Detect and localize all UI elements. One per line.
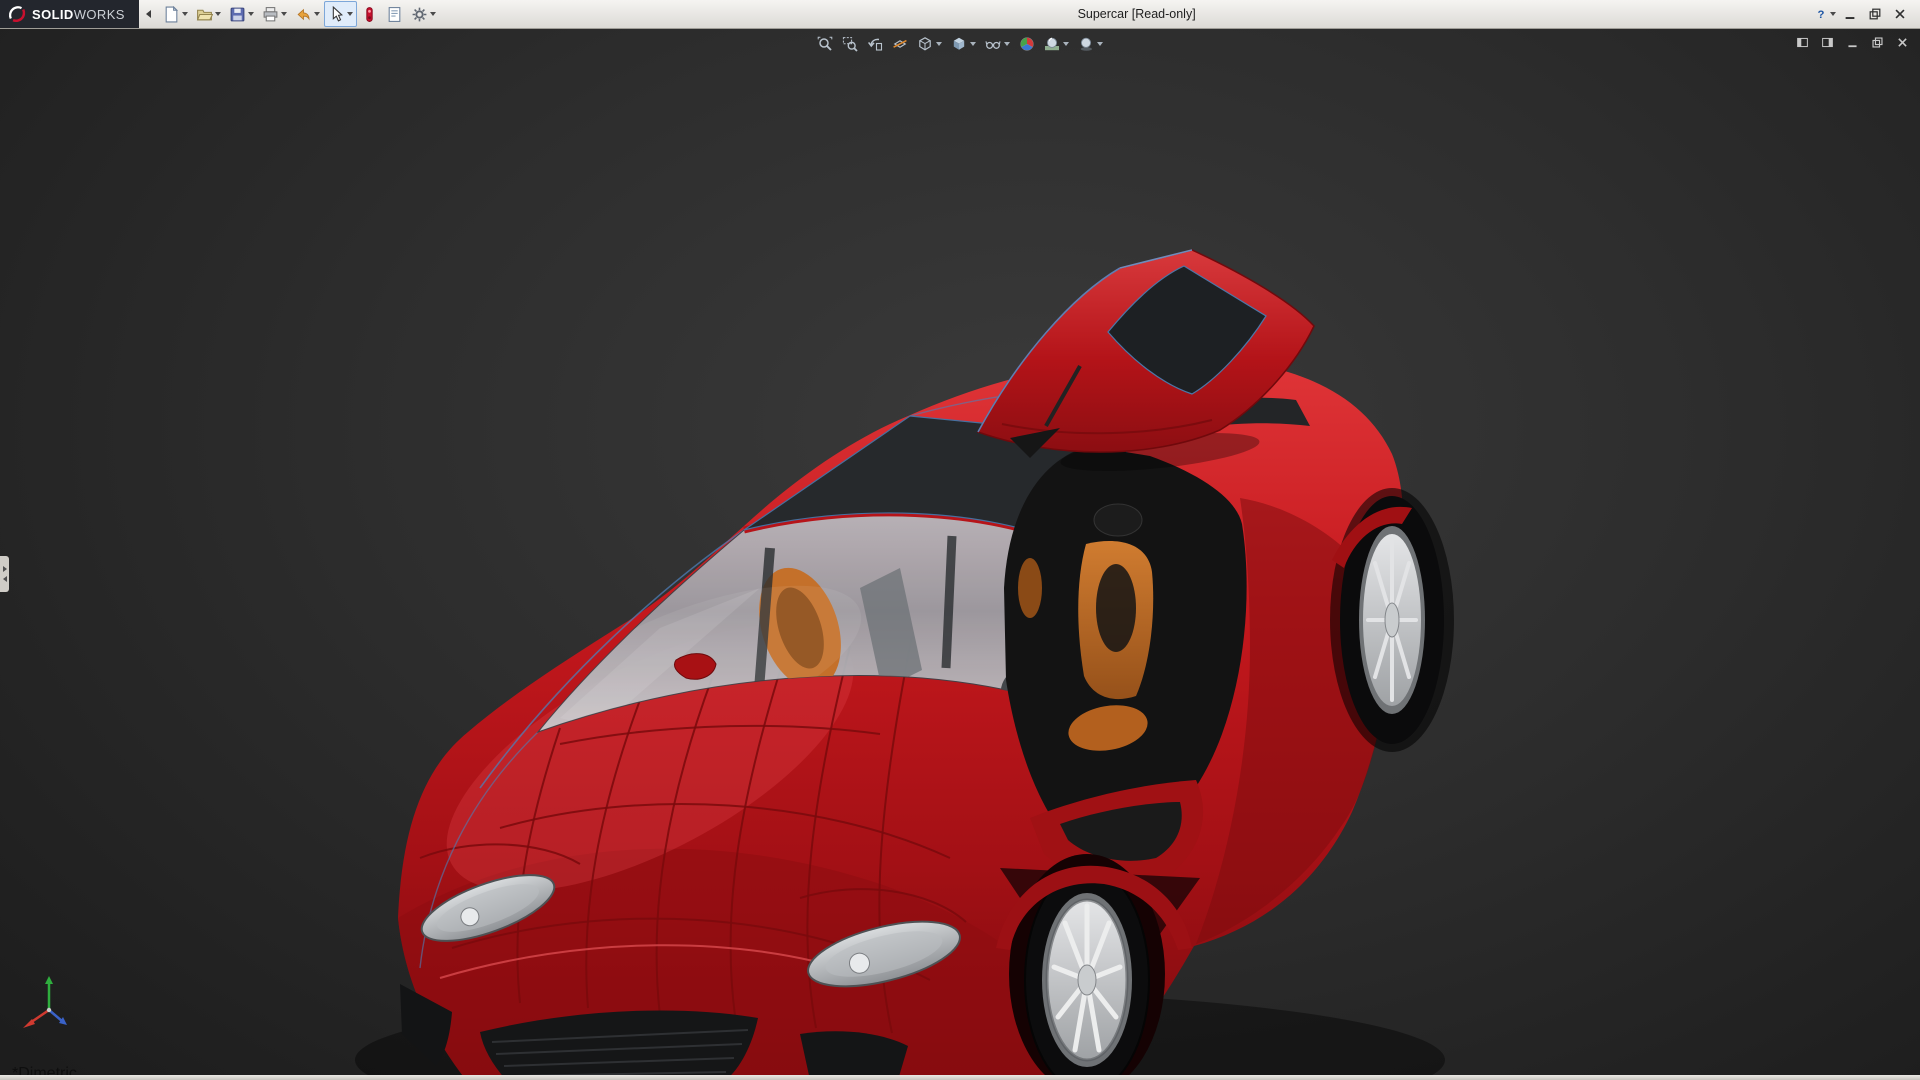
file-properties-button[interactable]	[382, 1, 407, 27]
minimize-window-button[interactable]	[1837, 4, 1862, 25]
undo-icon	[295, 6, 312, 23]
brand-text: SOLIDWORKS	[32, 7, 125, 22]
window-controls	[1812, 4, 1920, 25]
section-view-icon	[892, 36, 908, 52]
display-style-button[interactable]	[947, 34, 980, 54]
minimize-icon	[1846, 36, 1859, 49]
select-tool-button[interactable]	[324, 1, 357, 27]
help-button[interactable]	[1812, 4, 1837, 25]
save-icon	[229, 6, 246, 23]
rebuild-button[interactable]	[357, 1, 382, 27]
child-close-button[interactable]	[1892, 34, 1912, 51]
dropdown-caret-icon[interactable]	[936, 42, 942, 46]
child-restore-button[interactable]	[1867, 34, 1887, 51]
dropdown-caret-icon[interactable]	[347, 12, 353, 16]
passenger-seat-sliver	[1018, 558, 1042, 618]
titlebar: SOLIDWORKS Supercar [Read-only]	[0, 0, 1920, 29]
graphics-viewport[interactable]: *Dimetric	[0, 28, 1920, 1080]
view-orientation-button[interactable]	[913, 34, 946, 54]
zoom-to-fit-icon	[817, 36, 833, 52]
apply-scene-button[interactable]	[1040, 34, 1073, 54]
print-icon	[262, 6, 279, 23]
edit-appearance-button[interactable]	[1015, 34, 1039, 54]
close-icon	[1896, 36, 1909, 49]
show-display-pane-button[interactable]	[1817, 34, 1837, 51]
document-window-controls	[1792, 34, 1912, 51]
new-document-button[interactable]	[159, 1, 192, 27]
file-properties-icon	[386, 6, 403, 23]
triad-axis-z	[49, 1010, 67, 1025]
dropdown-caret-icon[interactable]	[430, 12, 436, 16]
previous-view-icon	[867, 36, 883, 52]
display-style-icon	[951, 36, 967, 52]
open-button[interactable]	[192, 1, 225, 27]
dropdown-caret-icon[interactable]	[215, 12, 221, 16]
menu-pin-arrow[interactable]	[142, 3, 156, 25]
status-bar-edge	[0, 1075, 1920, 1080]
dropdown-caret-icon[interactable]	[248, 12, 254, 16]
triad-axis-x	[23, 1010, 49, 1028]
brand-text-works: WORKS	[74, 7, 125, 22]
dropdown-caret-icon[interactable]	[1830, 12, 1836, 16]
maximize-restore-icon	[1868, 7, 1882, 21]
pane-toggle-right-icon	[1821, 36, 1834, 49]
triad-axis-y	[45, 976, 53, 1010]
hide-show-items-button[interactable]	[981, 34, 1014, 54]
options-button[interactable]	[407, 1, 440, 27]
dropdown-caret-icon[interactable]	[1063, 42, 1069, 46]
view-settings-button[interactable]	[1074, 34, 1107, 54]
solidworks-logo: SOLIDWORKS	[0, 0, 139, 28]
hide-show-glasses-icon	[985, 36, 1001, 52]
roll-bar-2	[946, 536, 952, 668]
options-gear-icon	[411, 6, 428, 23]
section-view-button[interactable]	[888, 34, 912, 54]
show-featuremanager-pane-button[interactable]	[1792, 34, 1812, 51]
zoom-to-area-button[interactable]	[838, 34, 862, 54]
pane-toggle-left-icon	[1796, 36, 1809, 49]
dropdown-caret-icon[interactable]	[314, 12, 320, 16]
previous-view-button[interactable]	[863, 34, 887, 54]
view-settings-icon	[1078, 36, 1094, 52]
heads-up-toolbar	[813, 34, 1107, 54]
dropdown-caret-icon[interactable]	[281, 12, 287, 16]
print-button[interactable]	[258, 1, 291, 27]
minimize-icon	[1843, 7, 1857, 21]
left-triangle-icon	[146, 10, 151, 18]
document-title: Supercar [Read-only]	[1078, 7, 1196, 21]
solidworks-window: SOLIDWORKS Supercar [Read-only]	[0, 0, 1920, 1080]
dropdown-caret-icon[interactable]	[1004, 42, 1010, 46]
zoom-to-area-icon	[842, 36, 858, 52]
dropdown-caret-icon[interactable]	[182, 12, 188, 16]
open-folder-icon	[196, 6, 213, 23]
apply-scene-icon	[1044, 36, 1060, 52]
rebuild-icon	[361, 6, 378, 23]
zoom-to-fit-button[interactable]	[813, 34, 837, 54]
dropdown-caret-icon[interactable]	[970, 42, 976, 46]
maximize-window-button[interactable]	[1862, 4, 1887, 25]
car-model-render[interactable]	[0, 28, 1920, 1080]
brand-text-solid: SOLID	[32, 7, 74, 22]
child-minimize-button[interactable]	[1842, 34, 1862, 51]
edit-appearance-sphere-icon	[1019, 36, 1035, 52]
car-rear-wheel[interactable]	[1330, 488, 1454, 752]
close-icon	[1893, 7, 1907, 21]
solidworks-logo-icon	[8, 5, 26, 23]
undo-button[interactable]	[291, 1, 324, 27]
save-button[interactable]	[225, 1, 258, 27]
view-orientation-cube-icon	[917, 36, 933, 52]
collapse-left-triangle-icon	[3, 576, 7, 582]
dropdown-caret-icon[interactable]	[1097, 42, 1103, 46]
main-toolbar	[159, 1, 440, 27]
featuremanager-collapsed-tab[interactable]	[0, 556, 9, 592]
expand-right-triangle-icon	[3, 566, 7, 572]
restore-icon	[1871, 36, 1884, 49]
close-window-button[interactable]	[1887, 4, 1912, 25]
new-document-icon	[163, 6, 180, 23]
select-cursor-icon	[328, 6, 345, 23]
triad-origin	[47, 1008, 51, 1012]
help-icon	[1814, 7, 1828, 21]
orientation-triad	[18, 972, 80, 1034]
